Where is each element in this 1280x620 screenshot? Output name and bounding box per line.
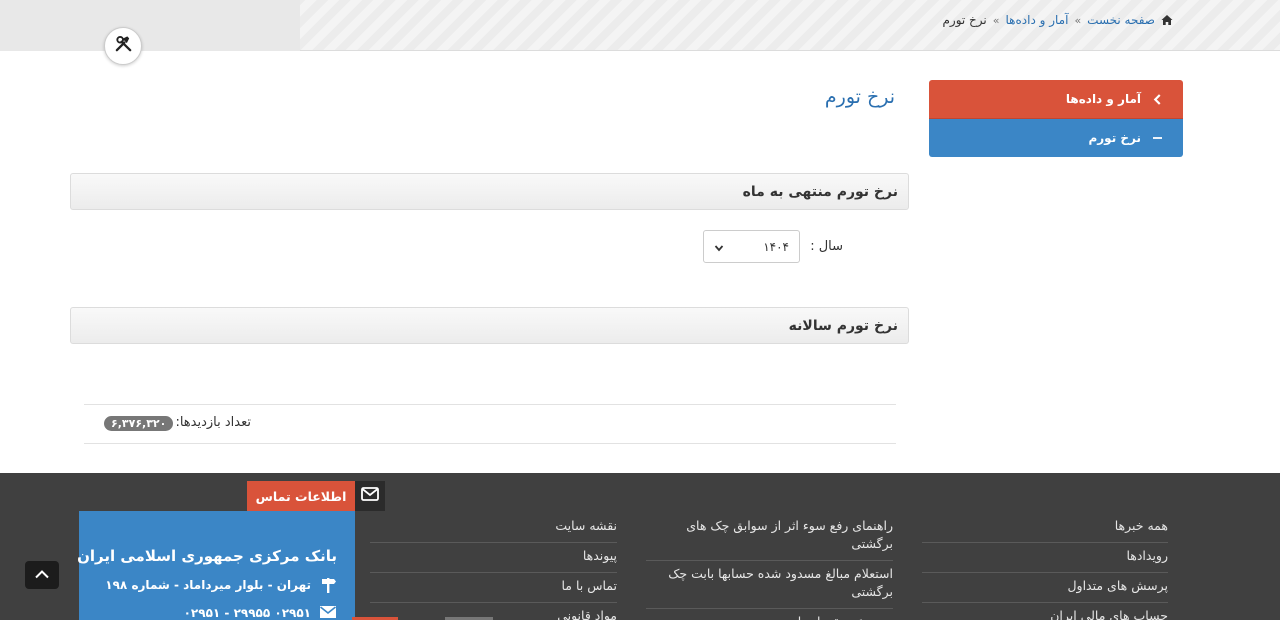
- footer-link[interactable]: راهنمای رفع سوء اثر از سوابق چک های برگش…: [646, 513, 893, 561]
- sidebar-item-statistics[interactable]: آمار و داده‌ها: [929, 80, 1183, 119]
- breadcrumb-section[interactable]: آمار و داده‌ها: [1006, 13, 1069, 27]
- mail-icon-box: [355, 481, 385, 511]
- home-icon[interactable]: [1161, 14, 1173, 26]
- monthly-inflation-panel: نرخ تورم منتهی به ماه: [70, 173, 909, 210]
- page-title: نرخ تورم: [824, 86, 895, 108]
- year-select-value: ۱۴۰۴: [763, 239, 789, 254]
- panel-heading: نرخ تورم سالانه: [788, 317, 898, 334]
- breadcrumb: صفحه نخست » آمار و داده‌ها » نرخ تورم: [942, 13, 1173, 27]
- breadcrumb-current: نرخ تورم: [942, 13, 987, 27]
- contact-info-tab[interactable]: اطلاعات تماس: [247, 481, 355, 511]
- chevron-down-icon: [714, 242, 724, 252]
- phone-text: ۰۲۹۵۱ ۲۹۹۵۵ - ۰۲۹۵۱: [183, 606, 311, 620]
- breadcrumb-home[interactable]: صفحه نخست: [1087, 13, 1155, 27]
- footer-links-services: راهنمای رفع سوء اثر از سوابق چک های برگش…: [646, 513, 893, 620]
- year-select[interactable]: ۱۴۰۴: [703, 230, 800, 263]
- chevron-up-icon: [34, 568, 50, 583]
- address-row: تهران - بلوار میرداماد - شماره ۱۹۸: [93, 577, 337, 593]
- visit-counter: تعداد بازدیدها: ۶,۳۷۶,۳۲۰: [84, 404, 896, 444]
- sidebar-item-label: نرخ تورم: [1088, 131, 1141, 145]
- footer-link[interactable]: رویدادها: [922, 543, 1168, 573]
- year-label: سال :: [810, 239, 843, 254]
- minus-icon: [1151, 136, 1163, 140]
- contact-card: بانک مرکزی جمهوری اسلامی ایران تهران - ب…: [77, 511, 355, 620]
- signpost-icon: [319, 577, 337, 593]
- address-text: تهران - بلوار میرداماد - شماره ۱۹۸: [105, 578, 311, 592]
- tools-button[interactable]: [104, 27, 142, 65]
- footer-link[interactable]: همه خبرها: [922, 513, 1168, 543]
- scroll-to-top-button[interactable]: [25, 561, 59, 589]
- envelope-icon: [361, 487, 379, 505]
- phone-row: ۰۲۹۵۱ ۲۹۹۵۵ - ۰۲۹۵۱: [93, 605, 337, 620]
- footer-link[interactable]: پیوندها: [370, 543, 617, 573]
- breadcrumb-separator: »: [1074, 13, 1082, 27]
- breadcrumb-separator: »: [992, 13, 1000, 27]
- visits-count-badge: ۶,۳۷۶,۳۲۰: [104, 416, 174, 431]
- year-filter: سال : ۱۴۰۴: [703, 230, 843, 263]
- visits-label: تعداد بازدیدها:: [175, 415, 251, 430]
- footer-link[interactable]: پرسش های متداول: [922, 573, 1168, 603]
- footer-link[interactable]: استعلام مبالغ مسدود شده حسابها بابت چک ب…: [646, 561, 893, 609]
- top-bar: صفحه نخست » آمار و داده‌ها » نرخ تورم: [0, 0, 1280, 51]
- sidebar-item-inflation[interactable]: نرخ تورم: [929, 119, 1183, 157]
- footer-links-site: نقشه سایت پیوندها تماس با ما مواد قانونی: [370, 513, 617, 620]
- footer: همه خبرها رویدادها پرسش های متداول حساب …: [0, 473, 1280, 620]
- bank-name: بانک مرکزی جمهوری اسلامی ایران: [77, 547, 337, 565]
- footer-links-news: همه خبرها رویدادها پرسش های متداول حساب …: [922, 513, 1168, 620]
- chevron-left-icon: [1151, 93, 1163, 105]
- footer-link[interactable]: مجموعه مقررات ارزی: [646, 609, 893, 620]
- footer-link[interactable]: حساب های مالی ایران: [922, 603, 1168, 620]
- envelope-icon: [319, 605, 337, 620]
- side-menu: آمار و داده‌ها نرخ تورم: [929, 80, 1183, 157]
- top-bar-fade: [0, 0, 300, 51]
- panel-heading: نرخ تورم منتهی به ماه: [742, 183, 898, 200]
- annual-inflation-panel: نرخ تورم سالانه: [70, 307, 909, 344]
- tools-icon: [114, 35, 133, 58]
- footer-link[interactable]: نقشه سایت: [370, 513, 617, 543]
- sidebar-item-label: آمار و داده‌ها: [1065, 92, 1141, 106]
- footer-link[interactable]: مواد قانونی: [370, 603, 617, 620]
- footer-link[interactable]: تماس با ما: [370, 573, 617, 603]
